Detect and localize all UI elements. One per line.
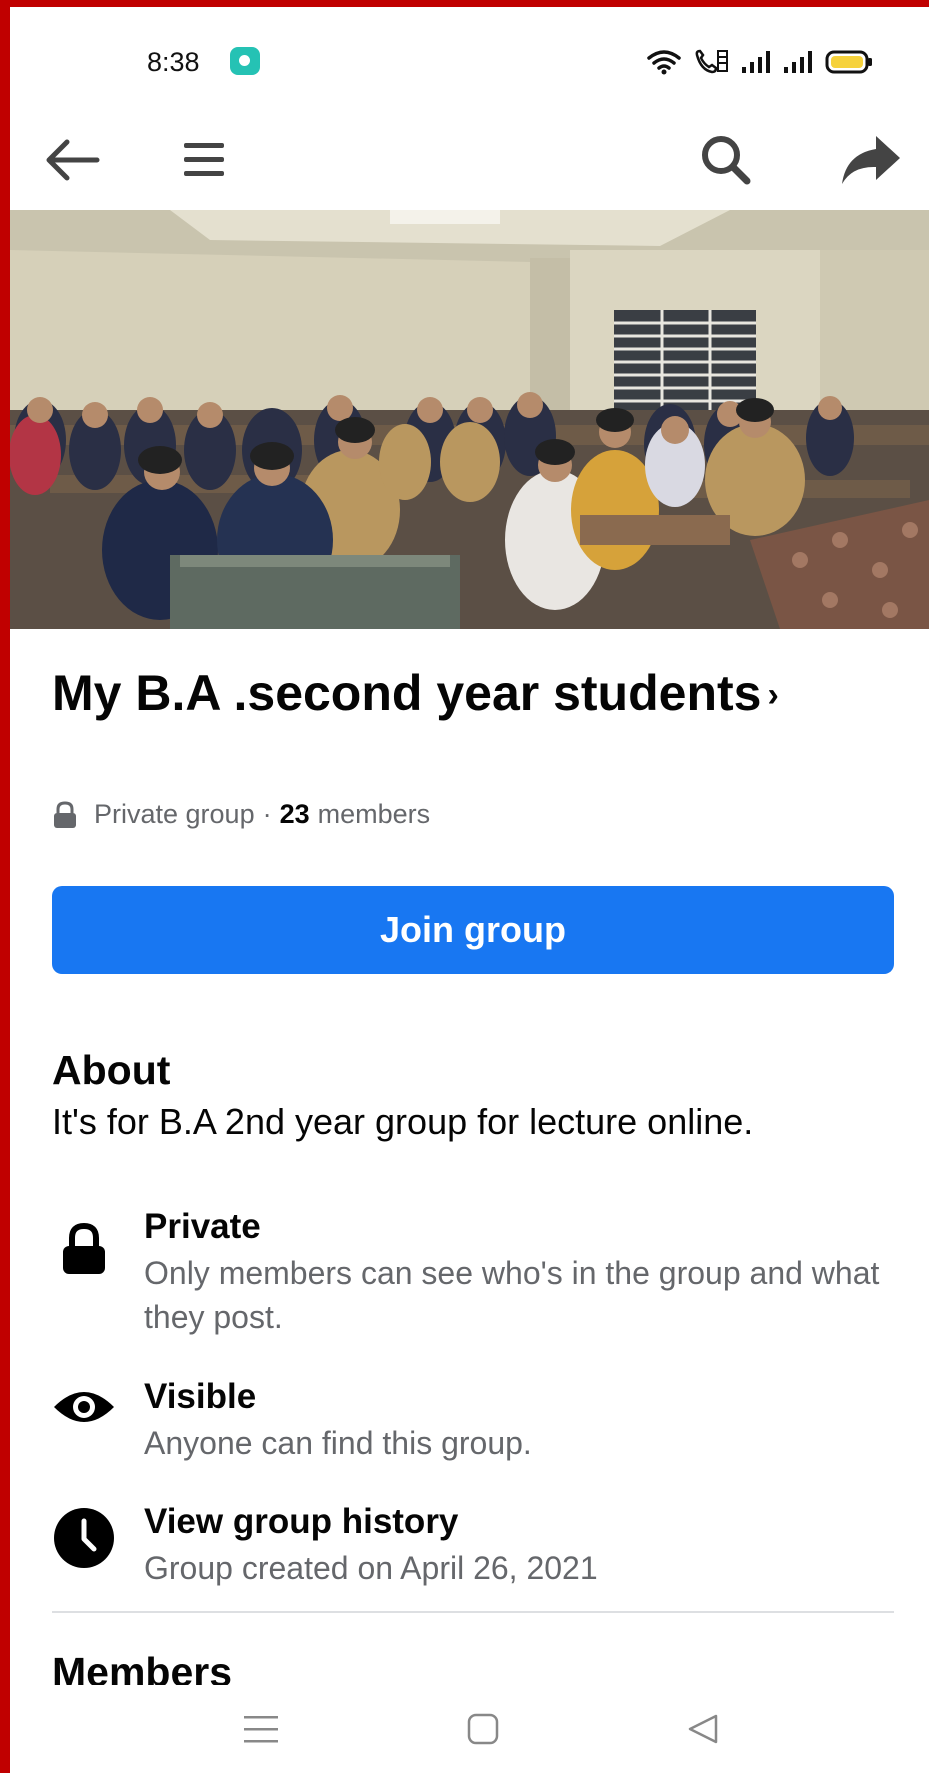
lock-icon bbox=[54, 800, 76, 828]
menu-icon[interactable] bbox=[174, 130, 234, 190]
about-heading: About bbox=[52, 1047, 171, 1093]
member-count: 23 bbox=[279, 799, 310, 829]
volte-call-icon bbox=[695, 49, 728, 74]
wifi-icon bbox=[647, 50, 681, 75]
status-bar: 8:38 bbox=[10, 7, 929, 112]
signal-icon bbox=[742, 51, 770, 73]
home-icon[interactable] bbox=[458, 1707, 508, 1751]
back-icon[interactable] bbox=[678, 1707, 728, 1751]
search-icon[interactable] bbox=[696, 130, 756, 190]
system-nav-bar bbox=[10, 1685, 929, 1773]
section-divider bbox=[52, 1611, 894, 1613]
group-meta: Private group · 23 members bbox=[52, 799, 430, 830]
chevron-right-icon: › bbox=[767, 676, 779, 714]
about-description: It's for B.A 2nd year group for lecture … bbox=[52, 1101, 754, 1142]
visibility-title: Visible bbox=[144, 1377, 257, 1416]
group-history-title[interactable]: View group history bbox=[144, 1502, 458, 1542]
lock-icon bbox=[52, 1217, 116, 1281]
privacy-title: Private bbox=[144, 1207, 261, 1246]
group-title-link[interactable]: My B.A .second year students › bbox=[52, 663, 892, 725]
privacy-label: Private group bbox=[94, 799, 255, 829]
battery-icon bbox=[825, 50, 872, 74]
back-arrow-icon[interactable] bbox=[42, 130, 102, 190]
group-created-date: Group created on April 26, 2021 bbox=[144, 1550, 598, 1586]
join-group-button[interactable]: Join group bbox=[52, 886, 894, 974]
clock-icon bbox=[52, 1506, 116, 1570]
status-time: 8:38 bbox=[147, 47, 200, 77]
share-icon[interactable] bbox=[836, 130, 906, 190]
recents-icon[interactable] bbox=[236, 1707, 286, 1751]
signal-icon bbox=[784, 51, 812, 73]
eye-icon bbox=[52, 1375, 116, 1439]
top-nav-bar bbox=[10, 112, 929, 210]
meta-separator: · bbox=[262, 799, 272, 829]
privacy-subtitle: Only members can see who's in the group … bbox=[144, 1255, 880, 1335]
visibility-subtitle: Anyone can find this group. bbox=[144, 1425, 532, 1461]
chat-bubble-icon bbox=[230, 47, 260, 75]
group-page: 8:38 My B.A .second year students › Priv… bbox=[10, 7, 929, 1773]
cover-photo bbox=[10, 210, 929, 629]
group-title: My B.A .second year students bbox=[52, 665, 762, 721]
members-label: members bbox=[317, 799, 431, 829]
status-icons bbox=[647, 49, 873, 75]
